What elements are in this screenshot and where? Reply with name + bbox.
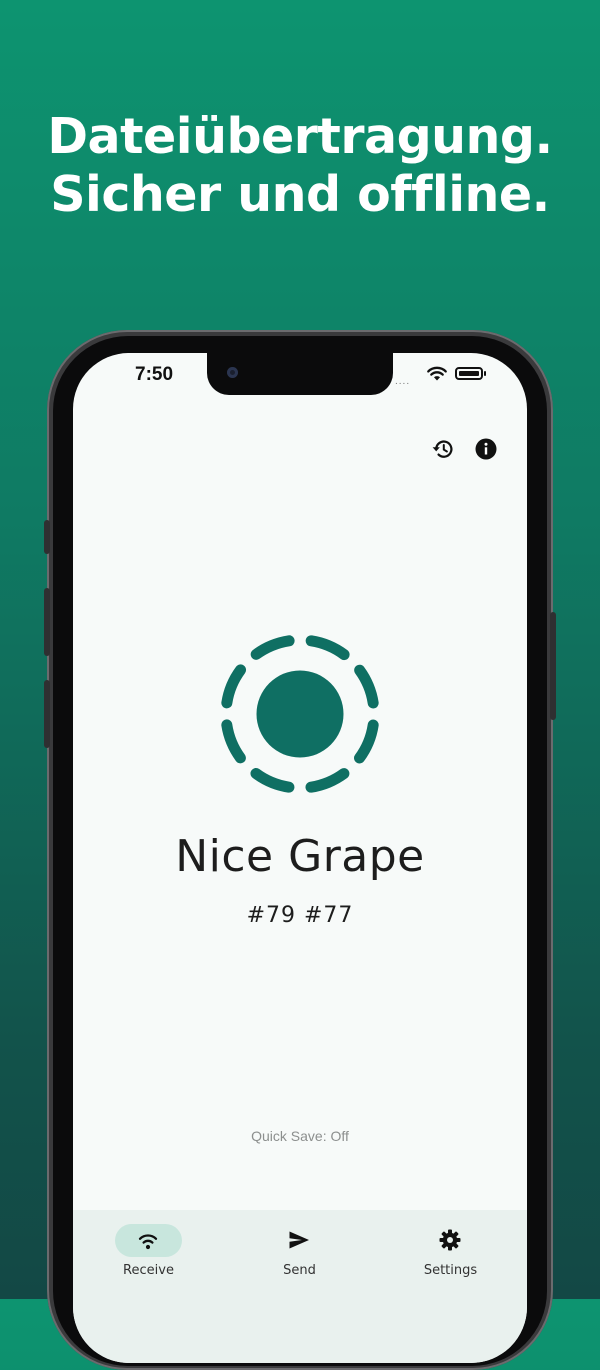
phone-volume-down (44, 680, 50, 748)
battery-level (459, 371, 479, 376)
battery-tip (484, 371, 486, 376)
wifi-icon (427, 366, 447, 381)
wifi-icon (138, 1234, 158, 1250)
status-time: 7:50 (135, 364, 174, 385)
nav-item-settings[interactable]: Settings (375, 1210, 526, 1290)
nav-label-send: Send (283, 1263, 316, 1278)
send-icon (289, 1231, 309, 1249)
phone-power-button (550, 612, 556, 720)
cellular-signal: .... (395, 376, 411, 387)
app-screen: 7:50 .... Nice Grape #79 #77 Quick Save:… (73, 353, 527, 1363)
camera-icon (227, 367, 238, 378)
nav-item-receive[interactable]: Receive (73, 1210, 224, 1290)
headline-line-2: Sicher und offline. (50, 166, 550, 223)
nav-item-send[interactable]: Send (224, 1210, 375, 1290)
nav-label-receive: Receive (123, 1263, 174, 1278)
headline: Dateiübertragung. Sicher und offline. (0, 108, 600, 224)
device-logo (220, 634, 380, 794)
headline-line-1: Dateiübertragung. (47, 108, 553, 165)
quick-save-status[interactable]: Quick Save: Off (73, 1128, 527, 1144)
bottom-navigation: Receive Send Settings (73, 1210, 527, 1363)
phone-silent-switch (44, 520, 50, 554)
device-name: Nice Grape (175, 831, 425, 882)
gear-icon (439, 1229, 461, 1251)
notch (207, 353, 393, 395)
nav-label-settings: Settings (423, 1263, 478, 1278)
info-icon[interactable] (474, 437, 498, 461)
phone-volume-up (44, 588, 50, 656)
battery-icon (455, 367, 483, 380)
device-id: #79 #77 (246, 903, 354, 928)
history-icon[interactable] (431, 437, 455, 461)
